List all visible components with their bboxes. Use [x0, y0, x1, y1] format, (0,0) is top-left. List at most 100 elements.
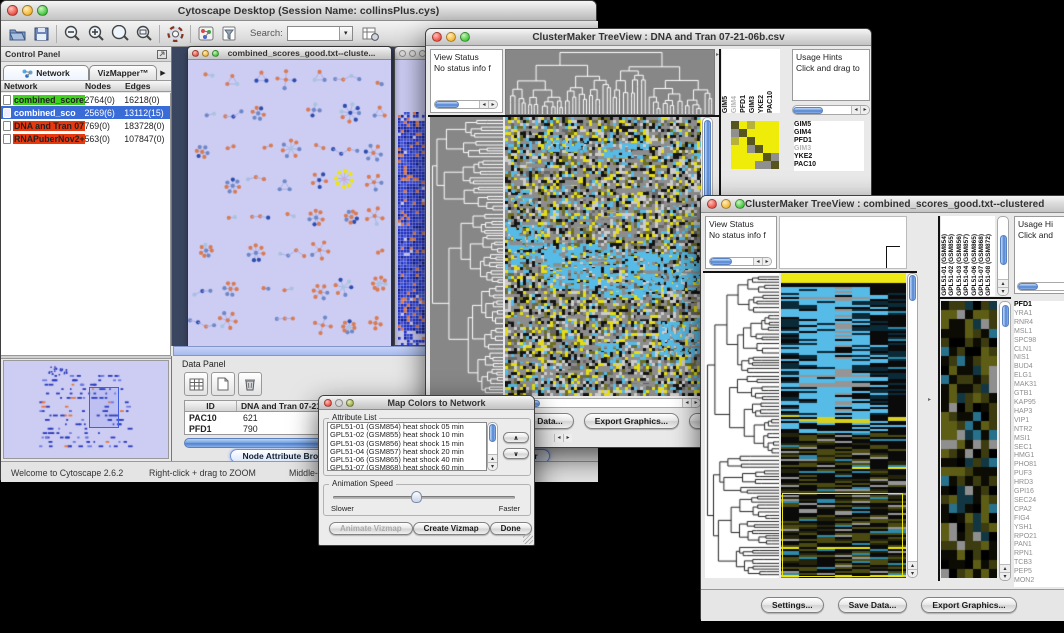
gene-label[interactable]: GIM4 — [794, 129, 864, 137]
gene-label[interactable]: GIM5 — [794, 121, 864, 129]
view-status-h-scrollbar[interactable]: ◂▸ — [709, 257, 772, 266]
tv1-titlebar[interactable]: ClusterMaker TreeView : DNA and Tran 07-… — [426, 29, 871, 46]
open-session-icon[interactable] — [5, 23, 29, 45]
gene-label[interactable]: HMG1 — [1014, 452, 1064, 461]
gene-label[interactable]: YSH1 — [1014, 524, 1064, 533]
view-status-h-scrollbar[interactable]: ◂▸ — [434, 100, 498, 109]
dialog-button[interactable]: Animate Vizmap — [329, 522, 413, 535]
scroll-right-icon[interactable]: ▸ — [488, 101, 497, 109]
attribute-list-scrollbar[interactable]: ▴▾ — [487, 422, 498, 471]
scroll-left-icon[interactable]: ◂ — [753, 258, 762, 266]
matrix-cell[interactable] — [731, 121, 739, 129]
column-label[interactable]: GPL51-04 (GSM857) — [963, 234, 970, 296]
scroll-right-icon[interactable]: ▸ — [691, 399, 700, 407]
scroll-down-icon[interactable]: ▾ — [998, 287, 1008, 295]
move-up-button[interactable]: ∧ — [503, 432, 529, 443]
scroll-left-icon[interactable]: ◂ — [554, 434, 563, 442]
gene-label[interactable]: SEC24 — [1014, 497, 1064, 506]
column-label[interactable]: PAC10 — [767, 91, 776, 113]
attribute-list-item[interactable]: GPL51-07 (GSM868) heat shock 60 min — [328, 464, 486, 471]
tv3-v-scrollbar[interactable]: ▴▾ — [907, 273, 918, 578]
matrix-cell[interactable] — [755, 137, 763, 145]
matrix-cell[interactable] — [731, 137, 739, 145]
gene-label[interactable]: MON2 — [1014, 577, 1064, 586]
matrix-cell[interactable] — [763, 153, 771, 161]
matrix-cell[interactable] — [731, 153, 739, 161]
animation-speed-slider-track[interactable] — [333, 496, 515, 499]
gene-label[interactable]: GIM3 — [794, 145, 864, 153]
treeview-button[interactable]: Save Data... — [838, 597, 908, 613]
gene-label[interactable]: YRA1 — [1014, 310, 1064, 319]
network-frame-1[interactable]: combined_scores_good.txt--cluste... — [187, 46, 392, 346]
network-overview-canvas[interactable] — [4, 361, 168, 458]
gene-label[interactable]: SEC1 — [1014, 444, 1064, 453]
search-input[interactable]: ▾ — [287, 26, 353, 41]
close-icon[interactable] — [707, 199, 717, 209]
network-view-canvas[interactable] — [188, 60, 391, 346]
matrix-cell[interactable] — [731, 145, 739, 153]
tv1-global-heatmap[interactable] — [505, 117, 701, 396]
matrix-cell[interactable] — [739, 129, 747, 137]
gene-label[interactable]: HRD3 — [1014, 479, 1064, 488]
attribute-browser-icon[interactable] — [359, 23, 383, 45]
heatmap-selection-rect[interactable] — [782, 493, 903, 577]
network-table-row[interactable]: DNA and Tran 07 769(0) 183728(0) — [1, 119, 170, 132]
usage-hints-h-scrollbar[interactable] — [1017, 282, 1064, 291]
gene-label[interactable]: TCB3 — [1014, 559, 1064, 568]
column-label[interactable]: PFD1 — [740, 95, 749, 113]
new-attribute-icon[interactable] — [211, 372, 235, 396]
column-label[interactable]: GPL51-02 (GSM855) — [948, 234, 955, 296]
tv3-row-dendrogram[interactable] — [705, 273, 779, 578]
gene-label[interactable]: PHO81 — [1014, 461, 1064, 470]
matrix-cell[interactable] — [763, 129, 771, 137]
gene-label[interactable]: KAP95 — [1014, 399, 1064, 408]
tv1-column-dendrogram[interactable] — [505, 49, 715, 115]
move-down-button[interactable]: ∨ — [503, 448, 529, 459]
gene-label[interactable]: CPA2 — [1014, 506, 1064, 515]
matrix-cell[interactable] — [755, 161, 763, 169]
gene-label[interactable]: GTB1 — [1014, 390, 1064, 399]
column-header-edges[interactable]: Edges — [125, 81, 171, 91]
matrix-cell[interactable] — [731, 129, 739, 137]
select-attributes-icon[interactable] — [184, 372, 208, 396]
network-overview-icon[interactable] — [194, 23, 218, 45]
matrix-cell[interactable] — [747, 153, 755, 161]
column-header-nodes[interactable]: Nodes — [85, 81, 125, 91]
scroll-right-icon[interactable]: ▸ — [860, 106, 869, 114]
matrix-cell[interactable] — [763, 121, 771, 129]
main-titlebar[interactable]: Cytoscape Desktop (Session Name: collins… — [1, 1, 596, 21]
column-label[interactable]: GPL51-08 (GSM872) — [985, 234, 992, 296]
zoom-window-icon[interactable] — [735, 199, 745, 209]
matrix-cell[interactable] — [771, 121, 779, 129]
gene-label[interactable]: PUF3 — [1014, 470, 1064, 479]
gene-label[interactable]: PAN1 — [1014, 541, 1064, 550]
scroll-right-icon[interactable]: ▸ — [563, 434, 572, 442]
scroll-up-icon[interactable]: ▴ — [998, 279, 1008, 287]
gene-label[interactable]: ELG1 — [1014, 372, 1064, 381]
float-panel-icon[interactable] — [157, 50, 167, 61]
matrix-cell[interactable] — [771, 137, 779, 145]
matrix-cell[interactable] — [755, 153, 763, 161]
overview-viewport-rect[interactable] — [89, 387, 119, 428]
matrix-cell[interactable] — [771, 161, 779, 169]
tab-network[interactable]: Network — [3, 65, 89, 80]
gene-label[interactable]: FIG4 — [1014, 515, 1064, 524]
gene-label[interactable]: RPN1 — [1014, 550, 1064, 559]
treeview-button[interactable]: Export Graphics... — [921, 597, 1016, 613]
zoom-window-icon[interactable] — [212, 50, 219, 57]
matrix-cell[interactable] — [747, 137, 755, 145]
network-overview-panel[interactable] — [3, 360, 169, 459]
matrix-cell[interactable] — [739, 153, 747, 161]
close-icon[interactable] — [324, 399, 332, 407]
matrix-cell[interactable] — [747, 121, 755, 129]
delete-attribute-icon[interactable] — [238, 372, 262, 396]
close-icon[interactable] — [399, 50, 406, 57]
scroll-up-icon[interactable]: ▴ — [488, 454, 497, 462]
gene-label[interactable]: VIP1 — [1014, 417, 1064, 426]
dialog-button[interactable]: Create Vizmap — [413, 522, 490, 535]
chevron-down-icon[interactable]: ▾ — [339, 27, 352, 40]
frame1-titlebar[interactable]: combined_scores_good.txt--cluste... — [188, 47, 391, 60]
tv1-bottom-scroll-arrows[interactable]: ◂▸ — [554, 434, 572, 442]
zoom-window-icon[interactable] — [37, 5, 48, 16]
gene-label[interactable]: HAP3 — [1014, 408, 1064, 417]
